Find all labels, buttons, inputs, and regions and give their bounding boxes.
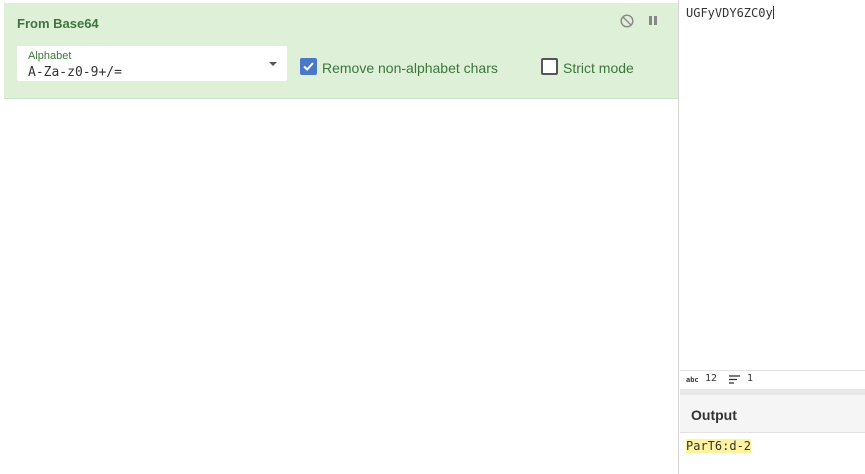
operation-title: From Base64 (17, 16, 99, 31)
output-header: Output (680, 395, 865, 433)
output-panel[interactable]: ParT6:d-2 (680, 433, 865, 474)
input-text[interactable]: UGFyVDY6ZC0y (686, 6, 774, 20)
pause-icon[interactable] (648, 15, 658, 26)
disable-icon[interactable] (620, 14, 634, 28)
chevron-down-icon[interactable] (269, 62, 277, 66)
remove-nonalpha-label[interactable]: Remove non-alphabet chars (322, 60, 498, 76)
text-cursor (772, 6, 774, 19)
input-value: UGFyVDY6ZC0y (686, 6, 773, 20)
output-value[interactable]: ParT6:d-2 (686, 439, 752, 453)
input-panel[interactable]: UGFyVDY6ZC0y (680, 0, 865, 370)
check-icon (303, 62, 314, 71)
recipe-panel: From Base64 Alphabet A-Za-z0-9+/= Remove… (0, 0, 679, 474)
remove-nonalpha-checkbox[interactable] (300, 58, 317, 75)
input-length: 12 (705, 373, 718, 384)
input-status-bar: abc 12 1 (680, 370, 865, 389)
input-lines: 1 (747, 373, 754, 384)
alphabet-value: A-Za-z0-9+/= (28, 65, 122, 80)
strict-mode-label[interactable]: Strict mode (563, 60, 634, 76)
operation-from-base64[interactable]: From Base64 Alphabet A-Za-z0-9+/= Remove… (4, 3, 678, 99)
alphabet-select[interactable]: Alphabet A-Za-z0-9+/= (17, 46, 287, 81)
strict-mode-checkbox[interactable] (541, 58, 558, 75)
lines-icon (729, 375, 740, 384)
output-title: Output (691, 407, 737, 423)
alphabet-label: Alphabet (28, 50, 72, 62)
length-icon: abc (686, 376, 699, 384)
